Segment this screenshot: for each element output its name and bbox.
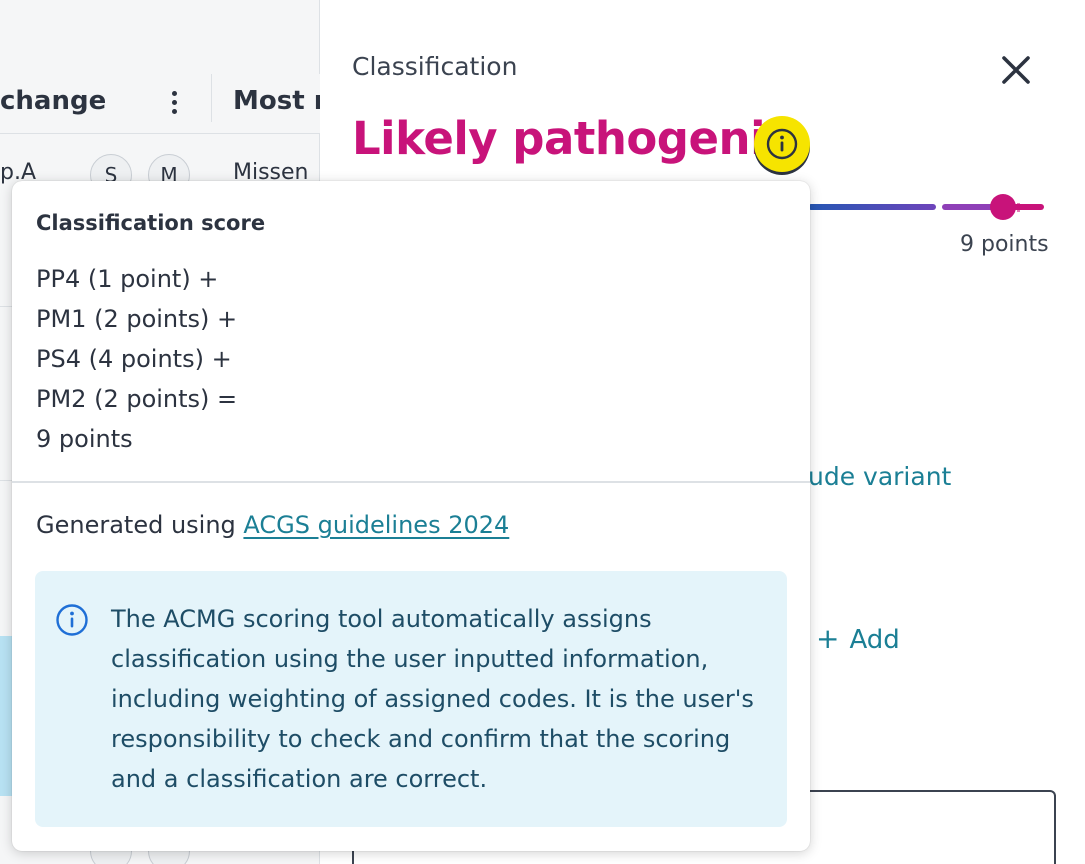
comment-field[interactable] — [808, 790, 1056, 864]
app-root: change Most r p.A S M Missen Classificat… — [0, 0, 1085, 864]
info-icon — [56, 604, 88, 636]
score-breakdown: PP4 (1 point) + PM1 (2 points) + PS4 (4 … — [36, 259, 237, 459]
panel-kicker: Classification — [352, 52, 518, 81]
popover-heading: Classification score — [36, 211, 266, 235]
add-button[interactable]: + Add — [816, 622, 900, 655]
score-line: PP4 (1 point) + — [36, 265, 219, 293]
info-notice: The ACMG scoring tool automatically assi… — [35, 571, 787, 827]
classification-scale — [808, 204, 1058, 212]
scale-tick — [1017, 203, 1020, 212]
scale-segment-benign — [808, 204, 936, 210]
generated-using: Generated using ACGS guidelines 2024 — [36, 511, 509, 539]
column-header-change[interactable]: change — [0, 86, 106, 116]
add-label: Add — [849, 625, 900, 655]
guidelines-link[interactable]: ACGS guidelines 2024 — [243, 511, 509, 539]
table-row-selected[interactable] — [0, 636, 12, 796]
classification-score-popover: Classification score PP4 (1 point) + PM1… — [12, 181, 810, 851]
notice-text: The ACMG scoring tool automatically assi… — [111, 605, 754, 793]
column-header-most[interactable]: Most r — [233, 86, 320, 116]
score-line: PM1 (2 points) + — [36, 305, 238, 333]
generated-prefix: Generated using — [36, 511, 244, 539]
close-icon — [1002, 56, 1030, 84]
plus-icon: + — [816, 622, 840, 655]
info-icon — [766, 128, 798, 160]
info-button[interactable] — [754, 116, 810, 172]
points-label: 9 points — [960, 232, 1049, 257]
score-line: PS4 (4 points) + — [36, 345, 232, 373]
scale-marker[interactable] — [990, 194, 1016, 220]
score-total: 9 points — [36, 425, 133, 453]
close-button[interactable] — [992, 46, 1040, 94]
column-separator[interactable] — [211, 74, 212, 122]
popover-divider — [12, 481, 810, 483]
exclude-variant-link[interactable]: ude variant — [808, 462, 951, 491]
table-header-row: change Most r — [0, 74, 320, 134]
column-menu-icon[interactable] — [165, 82, 183, 122]
score-line: PM2 (2 points) = — [36, 385, 238, 413]
classification-title: Likely pathogenic — [352, 112, 792, 165]
